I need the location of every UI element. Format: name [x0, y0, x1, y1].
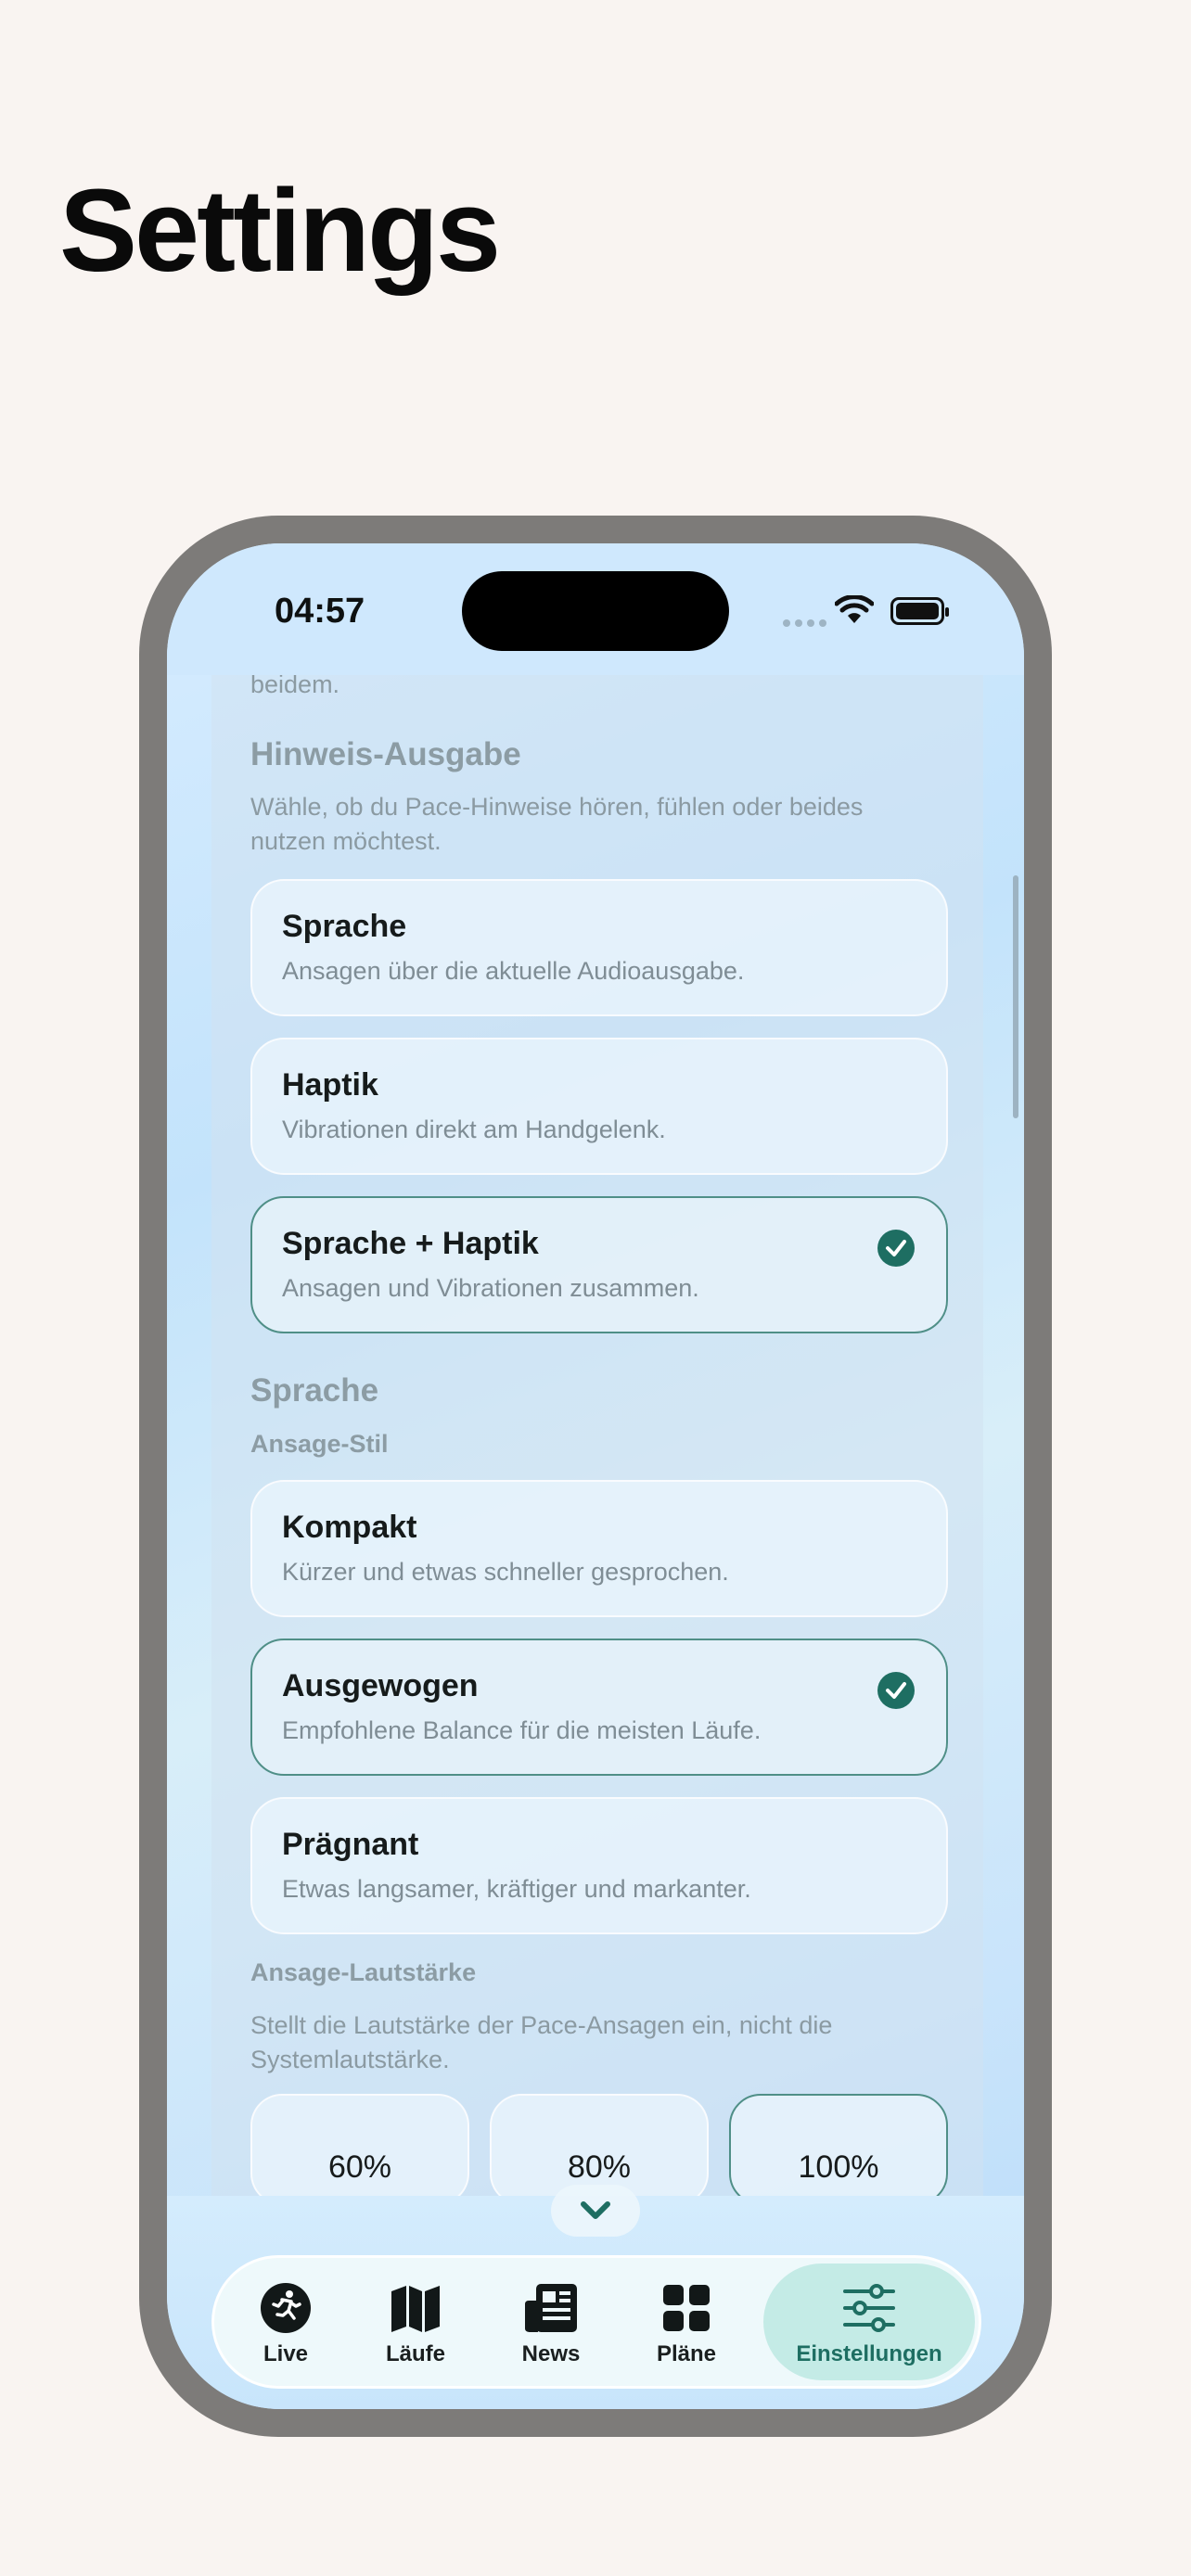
volume-option-80[interactable]: 80%	[490, 2094, 709, 2196]
checkmark-icon	[877, 1672, 915, 1709]
volume-label: 100%	[798, 2149, 879, 2185]
option-title: Kompakt	[282, 1510, 417, 1545]
option-description: Ansagen über die aktuelle Audioausgabe.	[282, 957, 745, 985]
chevron-down-icon	[581, 2201, 610, 2219]
grid-icon	[663, 2285, 710, 2331]
announce-volume-description: Stellt die Lautstärke der Pace-Ansagen e…	[250, 2011, 833, 2073]
tab-label: News	[521, 2341, 581, 2366]
checkmark-icon	[877, 1230, 915, 1267]
collapse-button[interactable]	[551, 2185, 640, 2237]
style-option-kompakt[interactable]: Kompakt Kürzer und etwas schneller gespr…	[250, 1480, 948, 1617]
hint-output-description: Wähle, ob du Pace-Hinweise hören, fühlen…	[250, 793, 864, 855]
option-description: Vibrationen direkt am Handgelenk.	[282, 1116, 666, 1143]
settings-scroll-area[interactable]: beidem. Hinweis-Ausgabe Wähle, ob du Pac…	[211, 675, 983, 2196]
option-title: Sprache	[282, 909, 407, 944]
page-title: Settings	[59, 165, 501, 296]
volume-option-60[interactable]: 60%	[250, 2094, 469, 2196]
announce-volume-label: Ansage-Lautstärke	[250, 1958, 477, 1986]
volume-label: 80%	[567, 2149, 632, 2185]
bottom-bar-area: Live Läufe News Pläne Einstellungen	[167, 2185, 1024, 2409]
option-title: Prägnant	[282, 1827, 419, 1862]
section-title-language: Sprache	[250, 1372, 379, 1409]
phone-screen: beidem. Hinweis-Ausgabe Wähle, ob du Pac…	[167, 543, 1024, 2409]
option-description: Etwas langsamer, kräftiger und markanter…	[282, 1875, 751, 1903]
volume-option-100[interactable]: 100%	[729, 2094, 948, 2196]
status-time: 04:57	[275, 592, 365, 631]
status-bar: 04:57	[167, 543, 1024, 675]
option-haptik[interactable]: Haptik Vibrationen direkt am Handgelenk.	[250, 1038, 948, 1175]
option-sprache-haptik[interactable]: Sprache + Haptik Ansagen und Vibrationen…	[250, 1196, 948, 1333]
tab-live[interactable]: Live	[225, 2258, 346, 2386]
wifi-icon	[835, 595, 874, 623]
tab-plaene[interactable]: Pläne	[626, 2258, 747, 2386]
tab-label: Einstellungen	[796, 2341, 942, 2366]
option-title: Sprache + Haptik	[282, 1226, 539, 1261]
option-description: Kürzer und etwas schneller gesprochen.	[282, 1558, 729, 1586]
dynamic-island	[462, 571, 729, 651]
battery-icon	[890, 597, 949, 625]
style-option-praegnant[interactable]: Prägnant Etwas langsamer, kräftiger und …	[250, 1797, 948, 1934]
tab-news[interactable]: News	[491, 2258, 611, 2386]
volume-label: 60%	[327, 2149, 392, 2185]
phone-frame: beidem. Hinweis-Ausgabe Wähle, ob du Pac…	[139, 516, 1052, 2437]
option-description: Empfohlene Balance für die meisten Läufe…	[282, 1716, 762, 1744]
runner-icon	[261, 2283, 311, 2333]
option-title: Ausgewogen	[282, 1668, 479, 1703]
newspaper-icon	[525, 2284, 577, 2332]
tab-label: Pläne	[656, 2341, 717, 2366]
style-option-ausgewogen[interactable]: Ausgewogen Empfohlene Balance für die me…	[250, 1639, 948, 1776]
sliders-icon	[843, 2284, 895, 2332]
tab-bar: Live Läufe News Pläne Einstellungen	[211, 2255, 981, 2389]
tab-laeufe[interactable]: Läufe	[355, 2258, 476, 2386]
cellular-signal-icon	[783, 619, 826, 627]
clipped-text: beidem.	[250, 675, 340, 698]
scrollbar[interactable]	[1013, 875, 1018, 1118]
option-description: Ansagen und Vibrationen zusammen.	[282, 1274, 699, 1302]
map-icon	[391, 2286, 440, 2332]
announce-style-label: Ansage-Stil	[250, 1430, 389, 1458]
tab-einstellungen[interactable]: Einstellungen	[763, 2264, 975, 2380]
option-title: Haptik	[282, 1067, 378, 1103]
option-sprache[interactable]: Sprache Ansagen über die aktuelle Audioa…	[250, 879, 948, 1016]
tab-label: Läufe	[385, 2341, 445, 2366]
tab-label: Live	[263, 2341, 309, 2366]
section-title-hint-output: Hinweis-Ausgabe	[250, 736, 521, 772]
